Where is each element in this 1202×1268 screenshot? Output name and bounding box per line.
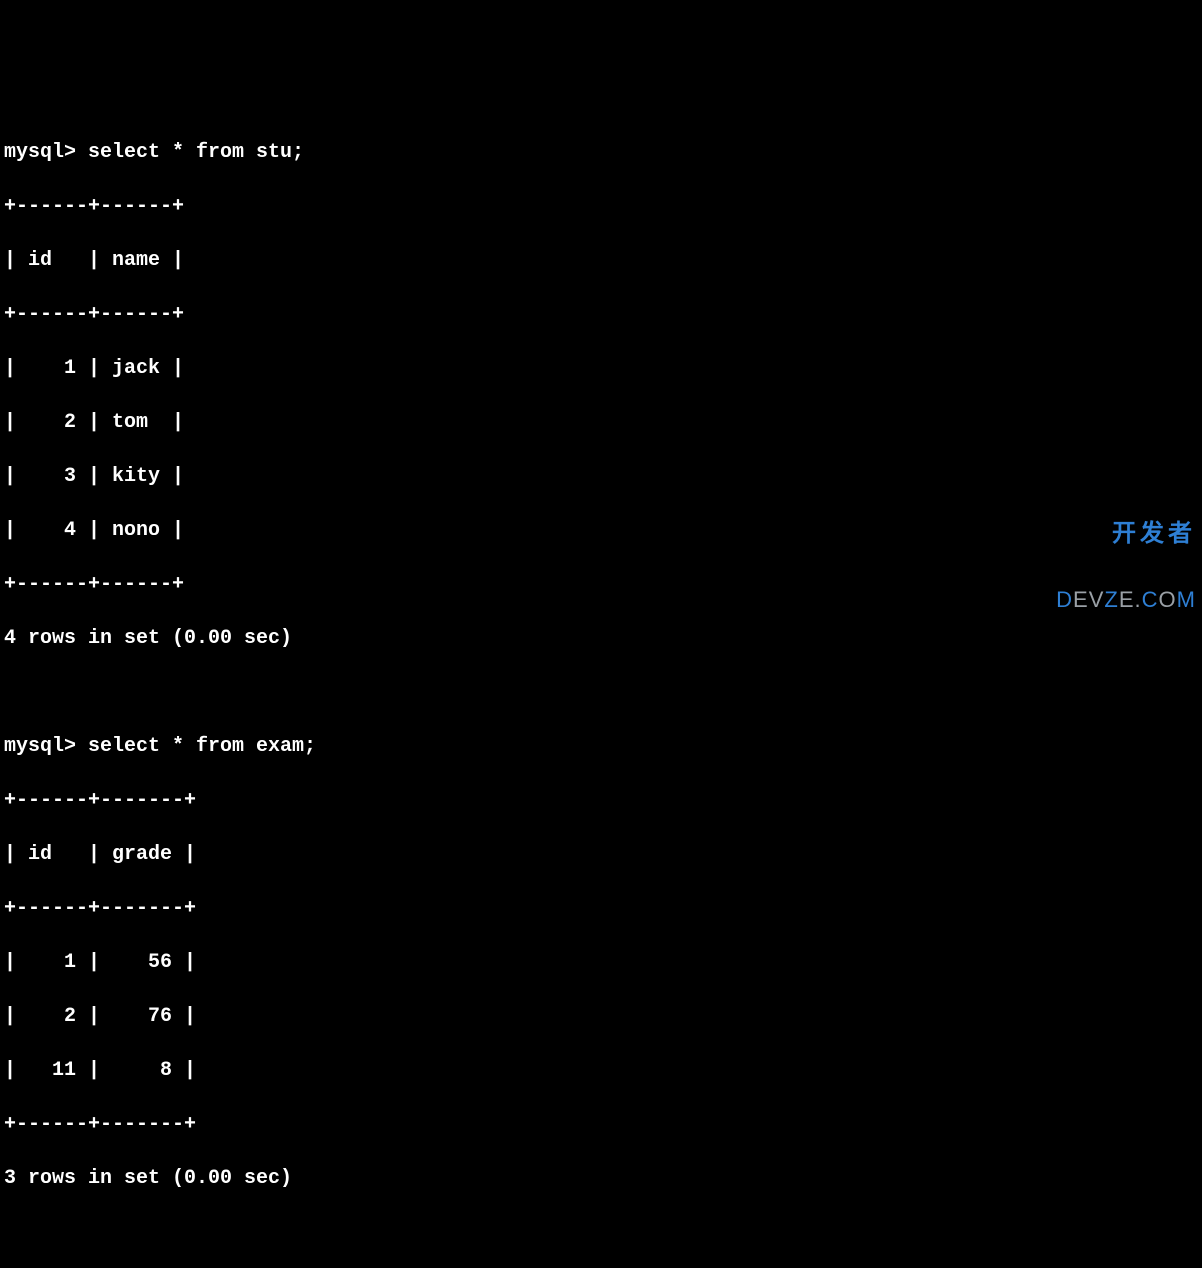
table-row: | 2 | 76 | — [4, 1003, 1198, 1030]
table-row: | 11 | 8 | — [4, 1057, 1198, 1084]
blank-line — [4, 679, 1198, 706]
table-row: | 4 | nono | — [4, 517, 1198, 544]
table-row: | 2 | tom | — [4, 409, 1198, 436]
watermark-line1: 开发者 — [1056, 521, 1196, 546]
watermark: 开发者 DEVZE.COM — [1056, 479, 1196, 632]
table-border: +------+-------+ — [4, 787, 1198, 814]
mysql-prompt: mysql> — [4, 735, 88, 758]
status-text: 3 rows in set (0.00 sec) — [4, 1165, 1198, 1192]
table-border: +------+-------+ — [4, 1111, 1198, 1138]
table-border: +------+------+ — [4, 193, 1198, 220]
terminal-output[interactable]: mysql> select * from stu; +------+------… — [4, 112, 1198, 1268]
status-text: 4 rows in set (0.00 sec) — [4, 625, 1198, 652]
table-border: +------+------+ — [4, 301, 1198, 328]
mysql-prompt: mysql> — [4, 141, 88, 164]
table-row: | 3 | kity | — [4, 463, 1198, 490]
table-header: | id | grade | — [4, 841, 1198, 868]
query-text: select * from exam; — [88, 735, 316, 758]
table-border: +------+-------+ — [4, 895, 1198, 922]
blank-line — [4, 1219, 1198, 1246]
watermark-line2: DEVZE.COM — [1056, 588, 1196, 611]
table-row: | 1 | 56 | — [4, 949, 1198, 976]
query-line-1: mysql> select * from stu; — [4, 139, 1198, 166]
table-border: +------+------+ — [4, 571, 1198, 598]
query-text: select * from stu; — [88, 141, 304, 164]
query-line-2: mysql> select * from exam; — [4, 733, 1198, 760]
table-row: | 1 | jack | — [4, 355, 1198, 382]
table-header: | id | name | — [4, 247, 1198, 274]
